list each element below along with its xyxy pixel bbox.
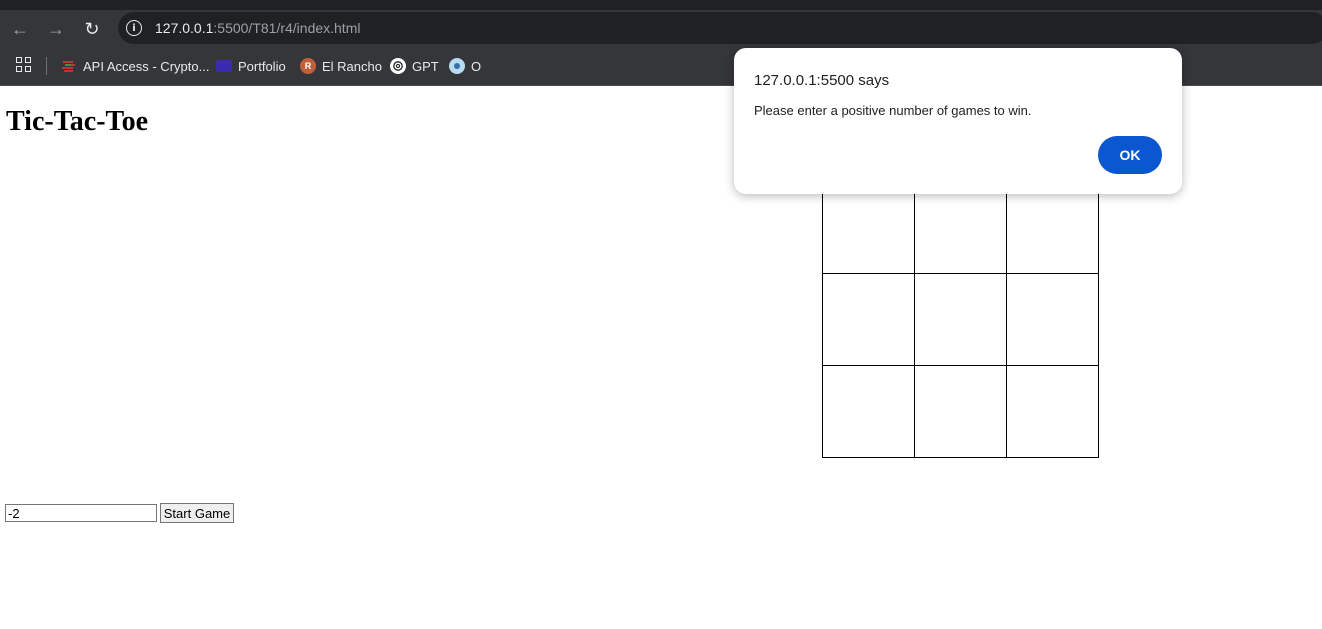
dialog-title: 127.0.0.1:5500 says: [754, 72, 890, 89]
apps-grid-icon[interactable]: [16, 57, 32, 73]
r-letter-icon: R: [300, 58, 316, 74]
board-cell[interactable]: [914, 365, 1007, 458]
tic-tac-toe-board: [822, 181, 1099, 458]
board-cell[interactable]: [914, 181, 1007, 274]
url-host: 127.0.0.1: [155, 20, 214, 36]
url-text[interactable]: 127.0.0.1:5500/T81/r4/index.html: [155, 19, 360, 37]
board-cell[interactable]: [1006, 273, 1099, 366]
circle-logo-icon: [449, 58, 465, 74]
ok-button[interactable]: OK: [1098, 136, 1162, 174]
forward-arrow-icon[interactable]: →: [45, 18, 67, 40]
chart-lines-icon: [61, 58, 77, 74]
bookmark-separator: [46, 57, 47, 75]
portfolio-icon: [216, 60, 232, 72]
bookmark-portfolio[interactable]: Portfolio: [216, 56, 286, 76]
alert-dialog: 127.0.0.1:5500 says Please enter a posit…: [734, 48, 1182, 194]
tab-strip: [0, 0, 1322, 10]
games-to-win-input[interactable]: [5, 504, 157, 522]
board-cell[interactable]: [1006, 181, 1099, 274]
browser-toolbar: ← → ↻ i 127.0.0.1:5500/T81/r4/index.html: [0, 10, 1322, 46]
board-cell[interactable]: [1006, 365, 1099, 458]
bookmark-o[interactable]: O: [449, 56, 481, 76]
site-info-icon[interactable]: i: [126, 20, 142, 36]
bookmark-label: Portfolio: [238, 58, 286, 74]
board-cell[interactable]: [822, 181, 915, 274]
bookmark-el-rancho[interactable]: R El Rancho: [300, 56, 382, 76]
board-cell[interactable]: [914, 273, 1007, 366]
page-title: Tic-Tac-Toe: [6, 106, 149, 137]
bookmark-api-access[interactable]: API Access - Crypto...: [61, 56, 209, 76]
openai-icon: [390, 58, 406, 74]
board-cell[interactable]: [822, 273, 915, 366]
bookmark-label: El Rancho: [322, 58, 382, 74]
bookmark-label: API Access - Crypto...: [83, 58, 210, 74]
bookmark-label: O: [471, 58, 482, 74]
board-cell[interactable]: [822, 365, 915, 458]
back-arrow-icon[interactable]: ←: [9, 18, 31, 40]
address-bar[interactable]: i 127.0.0.1:5500/T81/r4/index.html: [118, 12, 1322, 44]
bookmark-gpt[interactable]: GPT: [390, 56, 439, 76]
url-path: :5500/T81/r4/index.html: [213, 20, 361, 36]
start-game-button[interactable]: Start Game: [160, 503, 234, 523]
dialog-message: Please enter a positive number of games …: [754, 103, 1032, 118]
reload-icon[interactable]: ↻: [81, 18, 103, 40]
bookmark-label: GPT: [412, 58, 439, 74]
